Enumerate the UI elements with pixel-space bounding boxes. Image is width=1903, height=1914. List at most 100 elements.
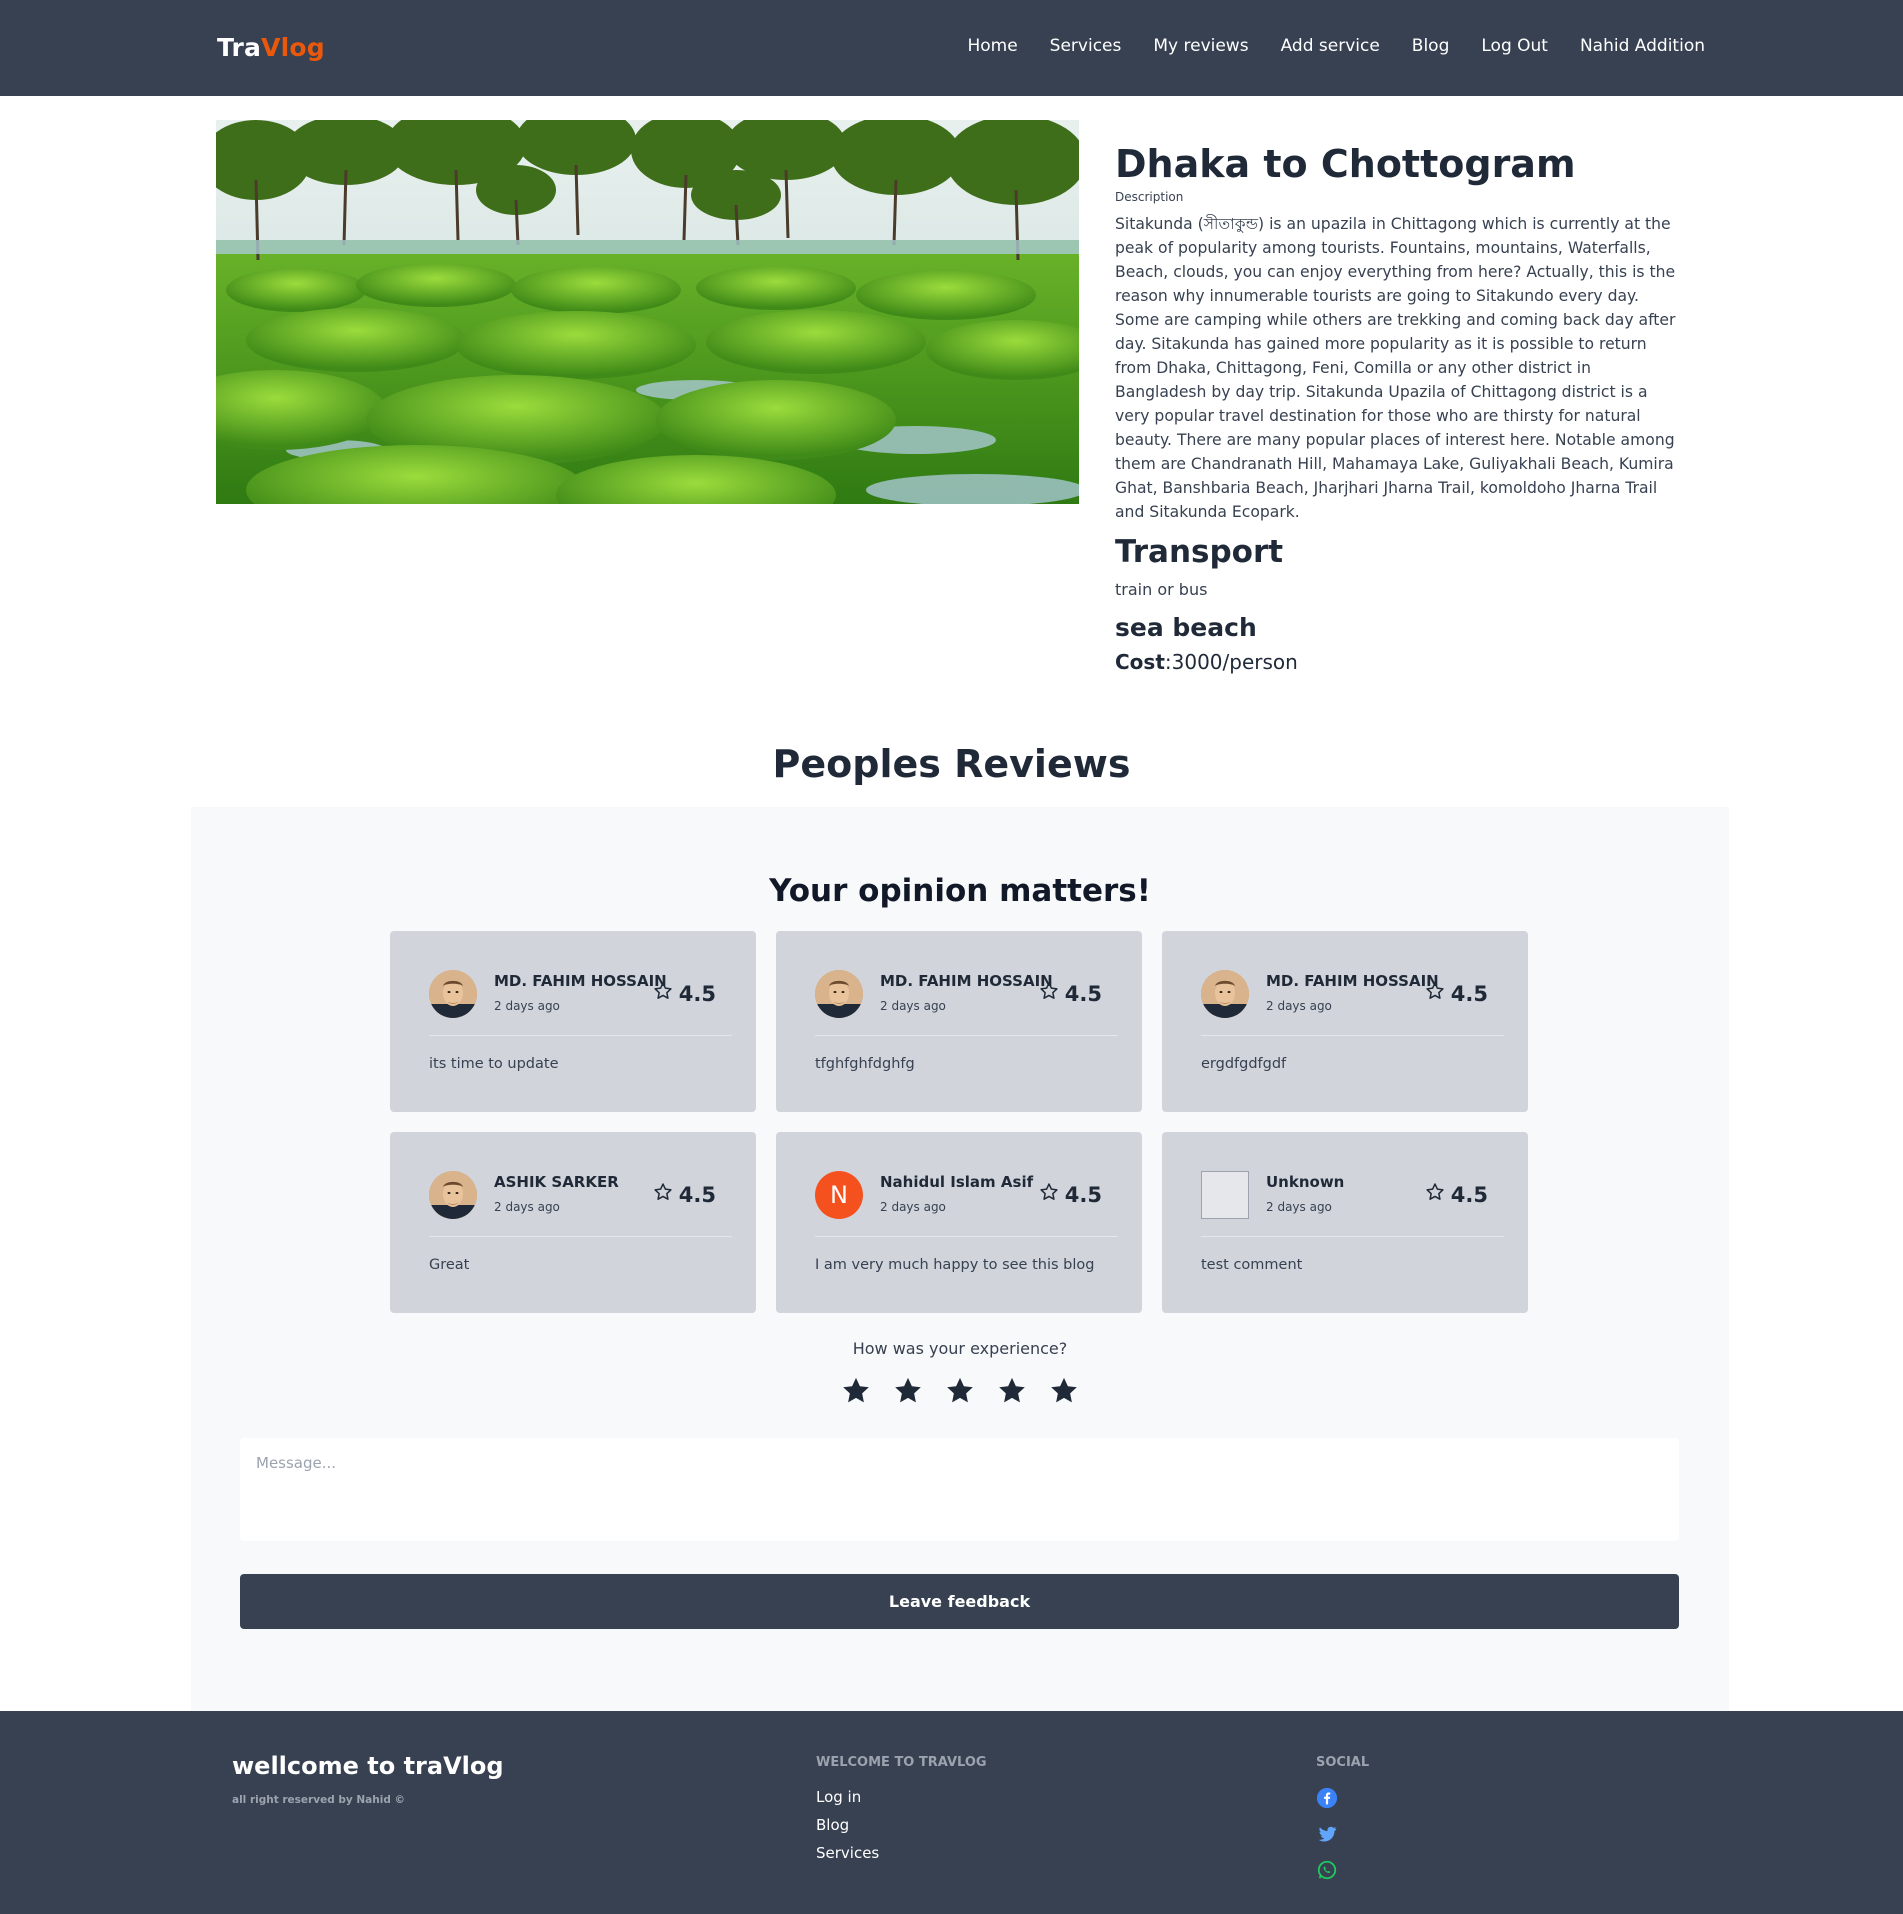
review-rating: 4.5 — [1039, 1182, 1102, 1207]
card-divider — [1201, 1236, 1504, 1237]
footer-rights: all right reserved by Nahid © — [232, 1794, 406, 1806]
review-time: 2 days ago — [880, 999, 946, 1013]
reviews-title: Peoples Reviews — [772, 742, 1131, 786]
reviewer-name: MD. FAHIM HOSSAIN — [494, 972, 667, 990]
star-icon — [1039, 981, 1059, 1006]
review-card: N Nahidul Islam Asif 2 days ago 4.5 I am ver… — [776, 1132, 1142, 1313]
avatar — [429, 1171, 477, 1219]
twitter-icon[interactable] — [1316, 1823, 1338, 1849]
experience-question: How was your experience? — [852, 1339, 1068, 1358]
reviewer-name: MD. FAHIM HOSSAIN — [880, 972, 1053, 990]
card-divider — [429, 1236, 732, 1237]
service-cost: Cost:3000/person — [1115, 650, 1680, 674]
card-divider — [815, 1035, 1118, 1036]
rating-value: 4.5 — [1064, 1182, 1102, 1207]
rating-stars — [191, 1375, 1729, 1411]
review-rating: 4.5 — [653, 1182, 716, 1207]
review-comment: I am very much happy to see this blog — [815, 1257, 1095, 1273]
avatar — [1201, 970, 1249, 1018]
nav-link-home[interactable]: Home — [967, 36, 1017, 56]
leave-feedback-button[interactable]: Leave feedback — [240, 1574, 1679, 1629]
footer-social-title: SOCIAL — [1316, 1755, 1370, 1770]
footer-links: Log in Blog Services — [816, 1788, 879, 1862]
footer-links-title: WELCOME TO TRAVLOG — [816, 1755, 987, 1770]
footer-brand: wellcome to traVlog — [232, 1752, 504, 1780]
review-card: ASHIK SARKER 2 days ago 4.5 Great — [390, 1132, 756, 1313]
review-comment: tfghfghfdghfg — [815, 1056, 915, 1072]
logo-text-accent: Vlog — [261, 33, 325, 62]
cost-label: Cost — [1115, 650, 1165, 674]
review-time: 2 days ago — [1266, 1200, 1332, 1214]
reviewer-name: MD. FAHIM HOSSAIN — [1266, 972, 1439, 990]
facebook-icon[interactable] — [1316, 1787, 1338, 1813]
rating-value: 4.5 — [678, 981, 716, 1006]
transport-value: train or bus — [1115, 580, 1208, 599]
navbar: TraVlog Home Services My reviews Add ser… — [0, 0, 1903, 96]
review-comment: test comment — [1201, 1257, 1303, 1273]
nav-link-log-out[interactable]: Log Out — [1481, 36, 1548, 56]
review-time: 2 days ago — [494, 1200, 560, 1214]
footer-link-blog[interactable]: Blog — [816, 1816, 879, 1834]
reviewer-name: ASHIK SARKER — [494, 1173, 619, 1191]
rating-value: 4.5 — [1450, 981, 1488, 1006]
nav-link-user-name[interactable]: Nahid Addition — [1580, 36, 1705, 56]
footer: wellcome to traVlog all right reserved b… — [0, 1711, 1903, 1914]
avatar — [429, 970, 477, 1018]
review-comment: Great — [429, 1257, 470, 1273]
review-card: MD. FAHIM HOSSAIN 2 days ago 4.5 tfghfghfdg… — [776, 931, 1142, 1112]
nav-links: Home Services My reviews Add service Blo… — [967, 36, 1705, 56]
review-rating: 4.5 — [653, 981, 716, 1006]
whatsapp-icon[interactable] — [1316, 1859, 1338, 1885]
service-title: Dhaka to Chottogram — [1115, 142, 1576, 186]
logo-text-main: Tra — [217, 33, 262, 62]
rating-star-icon[interactable] — [840, 1375, 872, 1411]
review-card: MD. FAHIM HOSSAIN 2 days ago 4.5 ergdfgdfgd… — [1162, 931, 1528, 1112]
service-description: Sitakunda (সীতাকুন্ড) is an upazila in C… — [1115, 215, 1676, 521]
nav-link-services[interactable]: Services — [1050, 36, 1122, 56]
social-links — [1316, 1787, 1338, 1885]
transport-heading: Transport — [1115, 534, 1284, 570]
reviews-subtitle: Your opinion matters! — [769, 873, 1151, 909]
reviews-panel: Your opinion matters! MD. FAHIM HOSSAIN 2… — [191, 807, 1729, 1711]
rating-value: 4.5 — [1064, 981, 1102, 1006]
avatar — [815, 970, 863, 1018]
card-divider — [1201, 1035, 1504, 1036]
review-time: 2 days ago — [494, 999, 560, 1013]
rating-star-icon[interactable] — [996, 1375, 1028, 1411]
review-time: 2 days ago — [1266, 999, 1332, 1013]
reviewer-name: Unknown — [1266, 1173, 1345, 1191]
rating-star-icon[interactable] — [1048, 1375, 1080, 1411]
card-divider — [815, 1236, 1118, 1237]
message-input[interactable] — [240, 1438, 1679, 1541]
review-comment: ergdfgdfgdf — [1201, 1056, 1287, 1072]
card-divider — [429, 1035, 732, 1036]
nav-link-add-service[interactable]: Add service — [1281, 36, 1380, 56]
reviewer-name: Nahidul Islam Asif — [880, 1173, 1034, 1191]
description-label: Description — [1115, 190, 1184, 204]
star-icon — [1425, 1182, 1445, 1207]
star-icon — [653, 981, 673, 1006]
review-card: MD. FAHIM HOSSAIN 2 days ago 4.5 its time t… — [390, 931, 756, 1112]
review-time: 2 days ago — [880, 1200, 946, 1214]
review-rating: 4.5 — [1039, 981, 1102, 1006]
review-rating: 4.5 — [1425, 1182, 1488, 1207]
avatar: N — [815, 1171, 863, 1219]
star-icon — [653, 1182, 673, 1207]
nav-link-my-reviews[interactable]: My reviews — [1153, 36, 1248, 56]
service-details: Dhaka to Chottogram Description Sitakund… — [1115, 140, 1680, 674]
cost-value: :3000/person — [1164, 650, 1298, 674]
footer-link-login[interactable]: Log in — [816, 1788, 879, 1806]
nav-link-blog[interactable]: Blog — [1412, 36, 1450, 56]
avatar — [1201, 1171, 1249, 1219]
service-image — [216, 120, 1079, 504]
rating-value: 4.5 — [678, 1182, 716, 1207]
footer-link-services[interactable]: Services — [816, 1844, 879, 1862]
rating-star-icon[interactable] — [892, 1375, 924, 1411]
star-icon — [1039, 1182, 1059, 1207]
logo[interactable]: TraVlog — [217, 33, 325, 62]
star-icon — [1425, 981, 1445, 1006]
service-category: sea beach — [1115, 613, 1257, 642]
rating-star-icon[interactable] — [944, 1375, 976, 1411]
review-rating: 4.5 — [1425, 981, 1488, 1006]
review-card: Unknown 2 days ago 4.5 test comment — [1162, 1132, 1528, 1313]
